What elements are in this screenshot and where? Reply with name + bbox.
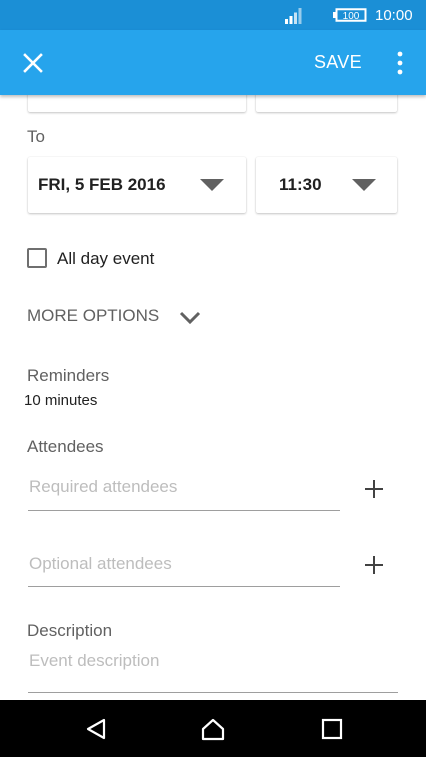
chevron-down-icon[interactable] — [179, 311, 201, 325]
status-time: 10:00 — [375, 7, 413, 24]
battery-icon: 100 — [333, 8, 367, 22]
event-form[interactable]: To FRI, 5 FEB 2016 11:30 All day event M… — [0, 95, 426, 700]
navigation-bar — [0, 700, 426, 757]
description-underline — [28, 692, 398, 693]
add-required-attendee-icon[interactable] — [364, 479, 384, 499]
optional-attendees-input[interactable]: Optional attendees — [29, 554, 172, 574]
all-day-label[interactable]: All day event — [57, 249, 154, 269]
back-icon[interactable] — [84, 717, 108, 741]
app-bar: SAVE — [0, 30, 426, 95]
description-label: Description — [27, 621, 113, 640]
close-icon[interactable] — [22, 52, 44, 74]
more-options-button[interactable]: MORE OPTIONS — [27, 306, 159, 326]
required-attendees-underline — [28, 510, 340, 511]
save-button[interactable]: SAVE — [314, 52, 362, 73]
battery-level: 100 — [343, 11, 360, 22]
from-date-dropdown[interactable] — [28, 95, 246, 112]
optional-attendees-underline — [28, 586, 340, 587]
recent-apps-icon[interactable] — [320, 717, 344, 741]
add-optional-attendee-icon[interactable] — [364, 555, 384, 575]
more-vert-icon[interactable] — [392, 50, 408, 76]
reminders-label: Reminders — [27, 366, 110, 385]
dropdown-arrow-icon — [200, 179, 224, 191]
required-attendees-input[interactable]: Required attendees — [29, 477, 177, 497]
dropdown-arrow-icon — [352, 179, 376, 191]
home-icon[interactable] — [201, 717, 225, 741]
status-bar: 100 10:00 — [0, 0, 426, 30]
reminders-value[interactable]: 10 minutes — [24, 392, 97, 409]
all-day-checkbox[interactable] — [27, 248, 47, 268]
to-label: To — [27, 127, 45, 146]
attendees-label: Attendees — [27, 437, 104, 456]
from-time-dropdown[interactable] — [256, 95, 397, 112]
to-time-dropdown[interactable]: 11:30 — [256, 157, 397, 213]
description-input[interactable]: Event description — [29, 651, 159, 671]
to-time-value: 11:30 — [279, 175, 322, 194]
to-date-value: FRI, 5 FEB 2016 — [38, 175, 166, 194]
to-date-dropdown[interactable]: FRI, 5 FEB 2016 — [28, 157, 246, 213]
signal-icon — [285, 8, 302, 24]
